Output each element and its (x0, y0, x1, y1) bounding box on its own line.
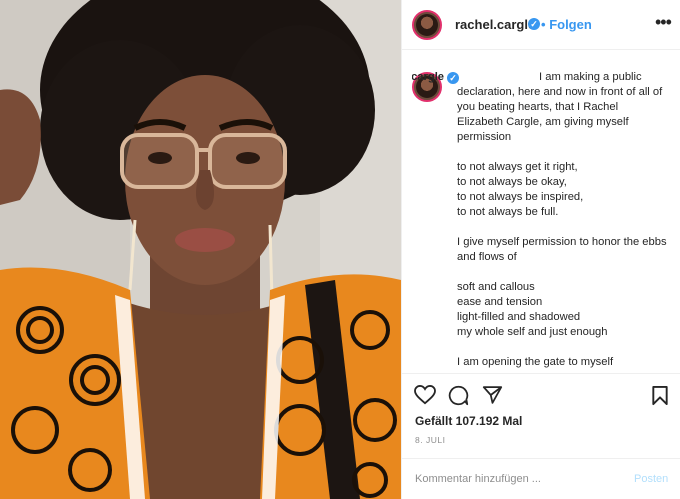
comment-bar: Kommentar hinzufügen ... Posten (402, 458, 680, 499)
caption-area: rachel.cargle✓I am making a public decla… (412, 70, 677, 372)
heart-icon[interactable] (414, 385, 436, 405)
caption-paragraph-0: I am making a public declaration, here a… (457, 71, 663, 143)
post-side-panel: rachel.cargle ✓ • Folgen ••• rachel.carg… (401, 0, 680, 499)
follow-button[interactable]: • Folgen (541, 17, 592, 32)
caption-line: I give myself permission to honor the eb… (457, 236, 667, 263)
caption-line: to not always be inspired, (457, 191, 584, 203)
instagram-post-view: rachel.cargle ✓ • Folgen ••• rachel.carg… (0, 0, 680, 499)
verified-badge-icon: ✓ (528, 18, 540, 30)
caption-line: I am opening the gate to myself (457, 356, 614, 368)
caption-line: soft and callous (457, 281, 535, 293)
header-username[interactable]: rachel.cargle (455, 17, 535, 32)
follow-label: Folgen (549, 17, 592, 32)
caption-line: to not always be full. (457, 206, 559, 218)
caption-line: light-filled and shadowed (457, 311, 581, 323)
action-bar: Gefällt 107.192 Mal 8. JULI (402, 373, 680, 445)
post-comment-button[interactable]: Posten (634, 473, 668, 485)
caption-text: rachel.cargle✓I am making a public decla… (412, 70, 667, 370)
comment-input[interactable]: Kommentar hinzufügen ... (415, 473, 541, 485)
more-options-icon[interactable]: ••• (655, 12, 672, 33)
caption-line: my whole self and just enough (457, 326, 608, 338)
caption-line: to not always get it right, (457, 161, 578, 173)
share-icon[interactable] (482, 385, 503, 405)
likes-count[interactable]: Gefällt 107.192 Mal (415, 414, 522, 428)
caption-line: to not always be okay, (457, 176, 567, 188)
portrait-image (0, 0, 401, 499)
post-photo[interactable] (0, 0, 401, 499)
bookmark-icon[interactable] (651, 385, 669, 406)
post-date[interactable]: 8. JULI (415, 435, 445, 445)
caption-username[interactable]: rachel.cargle (412, 70, 444, 85)
caption-line: ease and tension (457, 296, 543, 308)
follow-separator: • (541, 17, 546, 32)
caption-verified-icon: ✓ (447, 72, 459, 84)
avatar[interactable] (412, 10, 442, 40)
caption-lead: rachel.cargle✓I am making a public decla… (412, 70, 667, 145)
comment-icon[interactable] (448, 385, 469, 406)
post-header: rachel.cargle ✓ • Folgen ••• (402, 0, 680, 50)
